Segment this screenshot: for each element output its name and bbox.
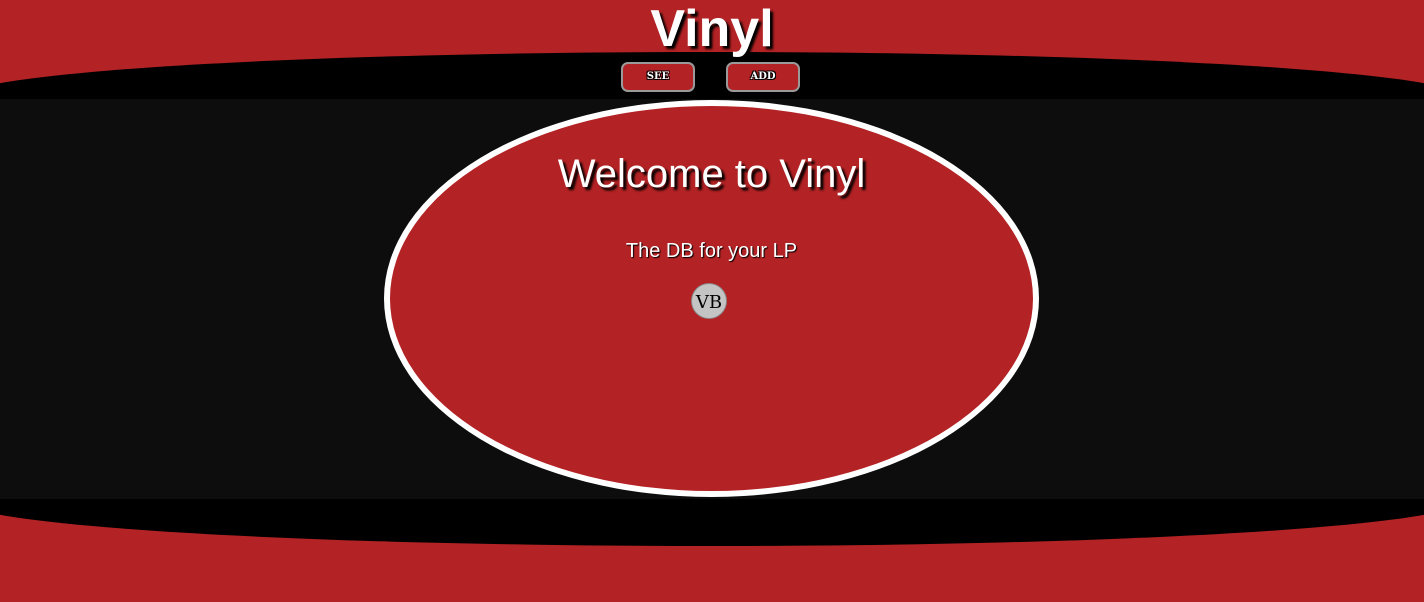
vinyl-record-panel: Welcome to Vinyl The DB for your LP VB <box>384 100 1039 497</box>
site-title: Vinyl <box>650 0 774 58</box>
welcome-heading: Welcome to Vinyl <box>557 152 866 196</box>
tagline: The DB for your LP <box>625 240 798 262</box>
logo-text: VB <box>695 292 722 313</box>
add-button[interactable]: ADD <box>726 62 800 92</box>
main-nav: SEE ADD <box>0 62 1424 92</box>
see-button[interactable]: SEE <box>621 62 695 92</box>
vb-logo-icon: VB <box>692 284 726 318</box>
